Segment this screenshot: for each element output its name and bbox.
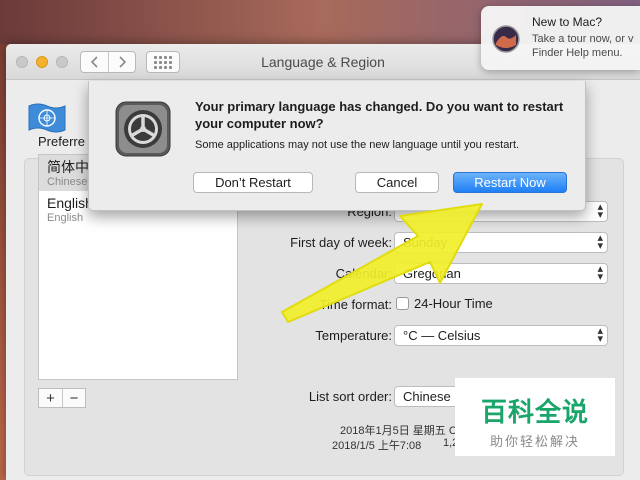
- date-short-example: 2018/1/5 上午7:08: [332, 440, 422, 452]
- restart-now-button[interactable]: Restart Now: [453, 172, 567, 193]
- temperature-value: °C — Celsius: [403, 328, 481, 343]
- sort-order-value: Chinese: [403, 389, 451, 404]
- preferred-languages-label: Preferre: [38, 134, 85, 149]
- calendar-value: Gregorian: [403, 266, 461, 281]
- 24-hour-time-label: 24-Hour Time: [414, 296, 493, 311]
- cancel-button[interactable]: Cancel: [355, 172, 439, 193]
- remove-language-button[interactable]: −: [62, 389, 85, 407]
- watermark-logo: 百科全说 助你轻松解决: [455, 378, 615, 456]
- add-language-button[interactable]: +: [39, 389, 62, 407]
- first-day-of-week-label: First day of week:: [290, 235, 392, 250]
- notification-banner[interactable]: New to Mac? Take a tour now, or v Finder…: [481, 6, 640, 70]
- calendar-select[interactable]: Gregorian ▴ ▾: [394, 263, 608, 284]
- notification-body-line: Finder Help menu.: [532, 47, 623, 59]
- updown-arrows-icon: ▴ ▾: [597, 263, 603, 283]
- dont-restart-button[interactable]: Don’t Restart: [193, 172, 313, 193]
- watermark-sub-text: 助你轻松解决: [489, 435, 580, 450]
- watermark-main-text: 百科全说: [480, 398, 589, 428]
- language-subtitle: English: [47, 212, 84, 224]
- mac-tour-icon: [492, 25, 520, 53]
- temperature-select[interactable]: °C — Celsius ▴ ▾: [394, 325, 608, 346]
- add-remove-buttons: + −: [38, 388, 86, 408]
- date-long-example: 2018年1月5日 星期五 C: [340, 425, 457, 437]
- temperature-label: Temperature:: [315, 328, 392, 343]
- notification-body-line: Take a tour now, or v: [532, 33, 634, 45]
- dialog-title: Your primary language has changed. Do yo…: [195, 99, 564, 131]
- updown-arrows-icon: ▴ ▾: [597, 232, 603, 252]
- gear-icon: [115, 101, 171, 157]
- first-day-value: Sunday: [403, 235, 448, 250]
- calendar-label: Calendar:: [335, 266, 392, 281]
- restart-dialog: Your primary language has changed. Do yo…: [88, 81, 586, 211]
- updown-arrows-icon: ▴ ▾: [597, 325, 603, 345]
- time-format-label: Time format:: [319, 297, 392, 312]
- 24-hour-time-checkbox[interactable]: [396, 297, 409, 310]
- notification-body: Take a tour now, or v Finder Help menu.: [532, 32, 640, 60]
- dialog-message: Some applications may not use the new la…: [195, 139, 520, 151]
- list-sort-order-label: List sort order:: [308, 389, 392, 404]
- updown-arrows-icon: ▴ ▾: [597, 201, 603, 221]
- notification-title: New to Mac?: [532, 15, 603, 29]
- first-day-of-week-select[interactable]: Sunday ▴ ▾: [394, 232, 608, 253]
